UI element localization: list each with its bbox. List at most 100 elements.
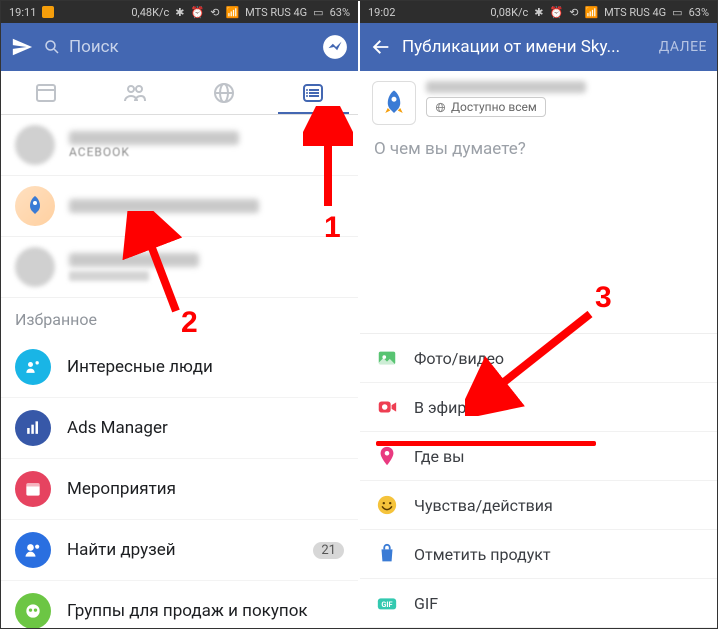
status-battery: 63% [330,6,350,19]
menu-interesting-people[interactable]: Интересные люди [1,337,358,398]
sync-icon: ⟲ [210,6,219,19]
menu-sale-groups[interactable]: Группы для продаж и покупок [1,581,358,628]
status-speed: 0,48K/c [131,6,169,19]
page-avatar [15,186,55,226]
status-time: 19:11 [9,6,36,19]
bluetooth-icon: ✱ [175,6,184,19]
attach-label: Где вы [414,447,465,466]
status-carrier: MTS RUS 4G [604,6,666,19]
signal-icon: 📶 [225,6,239,19]
privacy-label: Доступно всем [451,100,537,114]
attach-live[interactable]: В эфир [360,383,717,432]
battery-icon: ▭ [313,6,323,19]
globe-icon [435,102,446,113]
attach-label: GIF [414,594,438,613]
status-time: 19:02 [368,6,395,19]
privacy-chip[interactable]: Доступно всем [426,97,546,117]
favorites-header: Избранное [1,298,358,337]
next-button[interactable]: ДАЛЕЕ [659,39,707,55]
phone-right: 19:02 0,08K/c ✱ ⏰ ⟲ 📶 MTS RUS 4G ▭ 63% П… [360,1,717,628]
messenger-icon[interactable] [322,34,348,60]
menu-events[interactable]: Мероприятия [1,459,358,520]
composer-header: Доступно всем [360,71,717,135]
sync-icon: ⟲ [569,6,578,19]
menu-icon [301,81,325,105]
avatar [15,125,55,165]
groups-icon [15,593,51,628]
menu-label: Ads Manager [67,418,344,438]
compose-input[interactable]: О чем вы думаете? [360,135,717,179]
profile-row-2[interactable] [1,237,358,298]
attach-gif[interactable]: GIF GIF [360,579,717,628]
statusbar-right: 19:02 0,08K/c ✱ ⏰ ⟲ 📶 MTS RUS 4G ▭ 63% [360,1,717,23]
attach-feeling[interactable]: Чувства/действия [360,481,717,530]
signal-icon: 📶 [584,6,598,19]
battery-icon: ▭ [672,6,682,19]
smile-icon [376,494,398,516]
attach-list: Фото/видео В эфир Где вы Чувства/действи… [360,333,717,628]
menu-label: Группы для продаж и покупок [67,601,344,621]
appbar-right: Публикации от имени Sky... ДАЛЕЕ [360,23,717,71]
annotation-1: 1 [324,211,341,245]
menu-ads-manager[interactable]: Ads Manager [1,398,358,459]
menu-find-friends[interactable]: Найти друзей 21 [1,520,358,581]
rocket-icon [23,194,47,218]
name-blurred [69,253,199,267]
menu-label: Найти друзей [67,540,297,560]
profile-row[interactable]: ACEBOOK [1,115,358,176]
ads-icon [15,410,51,446]
phone-left: 19:11 0,48K/c ✱ ⏰ ⟲ 📶 MTS RUS 4G ▭ 63% П… [1,1,360,628]
tabbar [1,71,358,115]
search-box[interactable]: Поиск [43,37,312,57]
page-name-blurred [69,199,259,213]
live-icon [376,396,398,418]
product-icon [376,543,398,565]
profile-name-blurred [69,131,239,145]
attach-label: Фото/видео [414,349,504,368]
friends-icon [123,81,147,105]
bluetooth-icon: ✱ [534,6,543,19]
spacer [360,179,717,333]
attach-label: Чувства/действия [414,496,553,515]
feed-icon [34,81,58,105]
attach-product[interactable]: Отметить продукт [360,530,717,579]
gif-icon: GIF [376,592,398,614]
svg-text:GIF: GIF [381,600,392,609]
alarm-icon: ⏰ [550,6,564,19]
attach-location[interactable]: Где вы [360,432,717,481]
attach-photo-video[interactable]: Фото/видео [360,334,717,383]
search-icon [43,38,61,56]
menu-label: Мероприятия [67,479,344,499]
appbar-left: Поиск [1,23,358,71]
events-icon [15,471,51,507]
attach-label: Отметить продукт [414,545,551,564]
tab-feed[interactable] [1,71,90,114]
statusbar-left: 19:11 0,48K/c ✱ ⏰ ⟲ 📶 MTS RUS 4G ▭ 63% [1,1,358,23]
notif-icon [42,6,54,18]
menu-scroll[interactable]: ACEBOOK Избранное Интересные люди [1,115,358,628]
people-icon [15,349,51,385]
profile-sub: ACEBOOK [69,145,344,159]
globe-icon [212,81,236,105]
tab-friends[interactable] [90,71,179,114]
avatar [15,247,55,287]
photo-icon [376,347,398,369]
sub-blurred [69,271,149,281]
tab-globe[interactable] [180,71,269,114]
back-icon[interactable] [370,36,392,58]
underline-live [376,441,596,446]
annotation-2: 2 [181,306,198,340]
tab-menu[interactable] [269,71,358,114]
menu-label: Интересные люди [67,357,344,377]
page-avatar [372,81,416,125]
page-row[interactable] [1,176,358,237]
alarm-icon: ⏰ [191,6,205,19]
friends-badge: 21 [313,542,344,559]
status-battery: 63% [689,6,709,19]
attach-label: В эфир [414,398,466,417]
compose-title: Публикации от имени Sky... [402,37,649,57]
send-icon[interactable] [11,36,33,58]
friends-icon [15,532,51,568]
annotation-3: 3 [595,281,612,315]
status-speed: 0,08K/c [490,6,528,19]
